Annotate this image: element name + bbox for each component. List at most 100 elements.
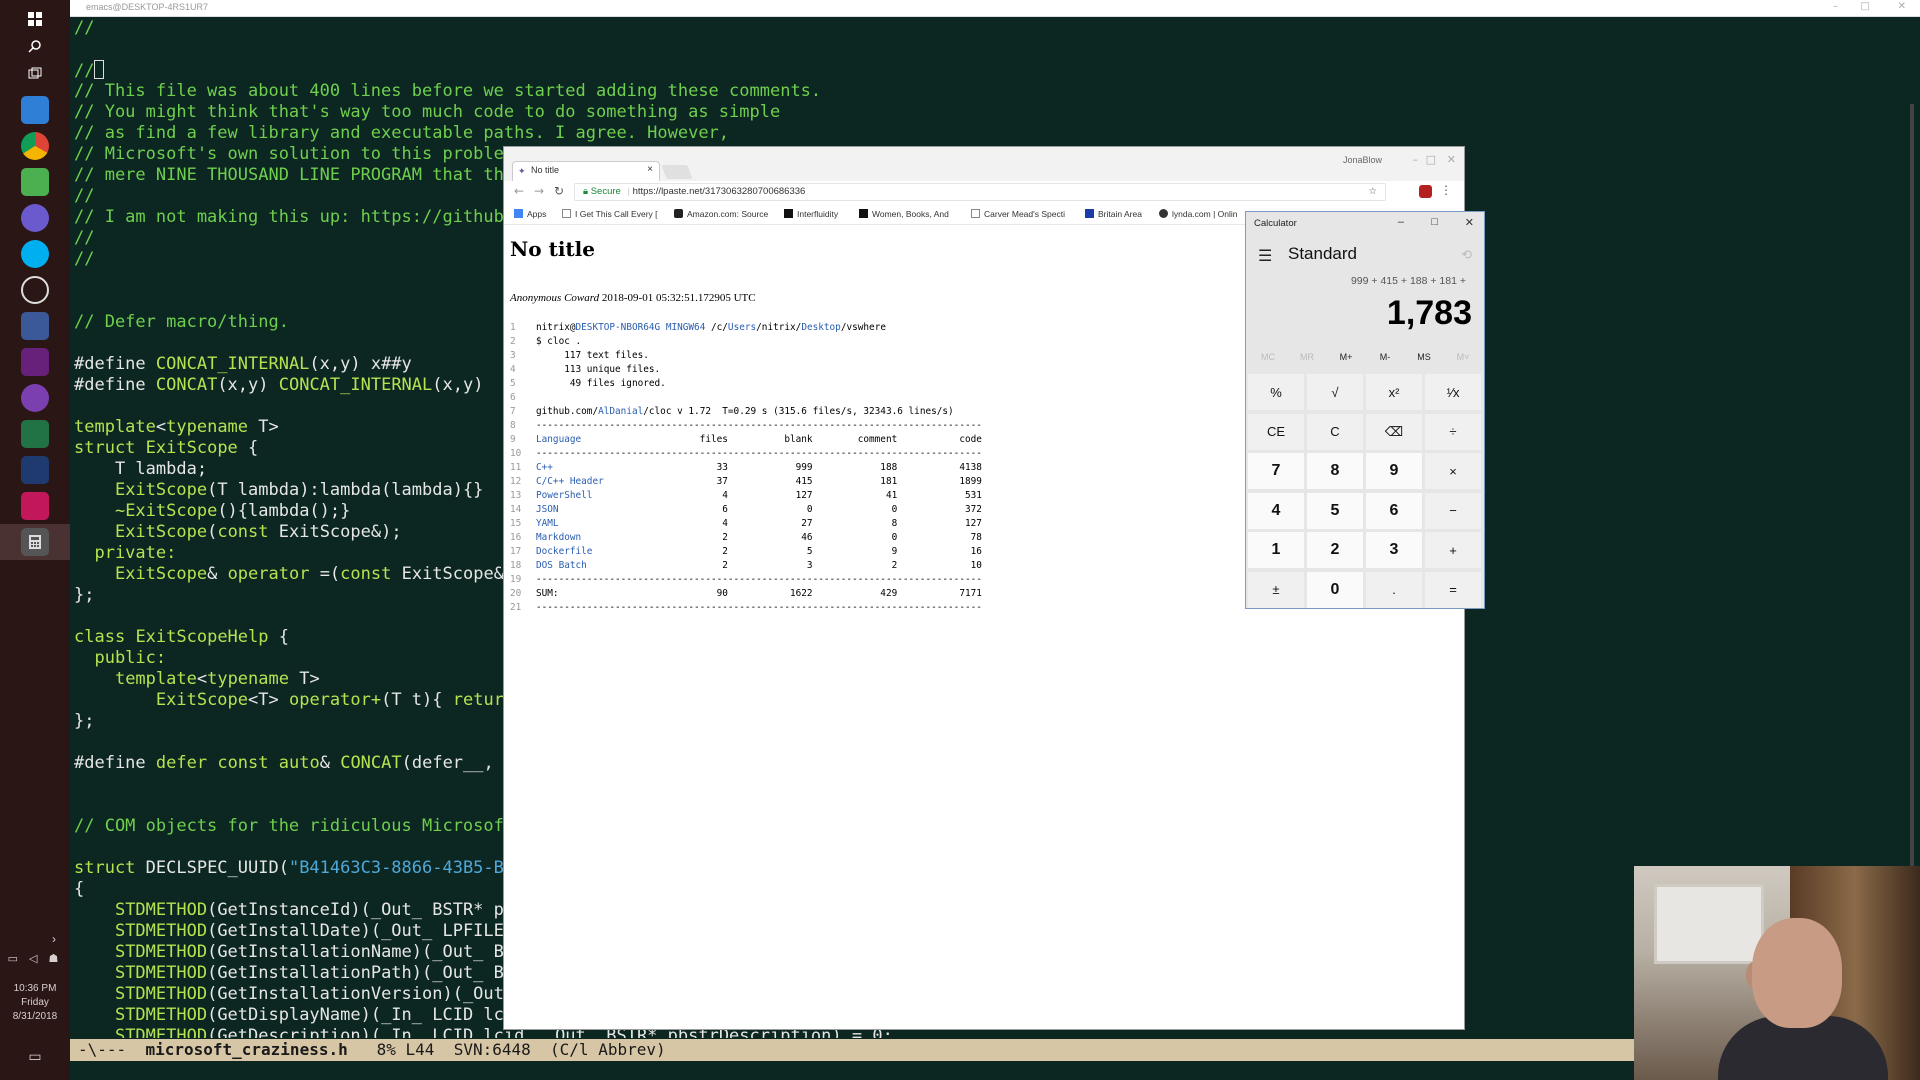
add-button[interactable]: + [1425,532,1481,568]
bookmark-item[interactable]: Amazon.com: Source [674,209,768,219]
forward-arrow-icon[interactable]: → [534,184,544,198]
browser-tab[interactable]: ✦ No title × [512,161,660,181]
memory-subtract-button[interactable]: M- [1367,352,1403,362]
code-token: ExitScope&); [268,522,402,542]
chevron-up-icon[interactable]: › [52,932,56,946]
skype-icon[interactable] [21,240,49,268]
bookmark-item[interactable]: Apps [514,209,546,219]
back-arrow-icon[interactable]: ← [514,184,524,198]
line-number: 9 [510,434,516,445]
task-view-icon[interactable] [21,60,49,88]
percent-button[interactable]: % [1248,374,1304,410]
square-button[interactable]: x² [1366,374,1422,410]
file-explorer-icon[interactable] [21,96,49,124]
memory-list-button[interactable]: M˅ [1445,352,1481,362]
paste-token: $ cloc . [536,336,582,347]
divide-button[interactable]: ÷ [1425,413,1481,450]
clear-entry-button[interactable]: CE [1248,413,1304,450]
subtract-button[interactable]: − [1425,492,1481,529]
multiply-button[interactable]: × [1425,453,1481,489]
memory-clear-button[interactable]: MC [1250,352,1286,362]
memory-recall-button[interactable]: MR [1289,352,1325,362]
digit-5-button[interactable]: 5 [1307,492,1363,529]
address-bar[interactable]: 🔒︎ Secure | https://lpaste.net/317306328… [574,183,1386,201]
app-icon[interactable] [21,204,49,232]
spreadsheet-icon[interactable] [21,420,49,448]
maximize-icon[interactable]: □ [1861,1,1870,12]
hamburger-menu-icon[interactable]: ☰ [1258,246,1272,266]
reciprocal-button[interactable]: ¹⁄x [1425,374,1481,410]
chrome-icon[interactable] [21,132,49,160]
memory-add-button[interactable]: M+ [1328,352,1364,362]
bookmark-item[interactable]: lynda.com | Onlin [1159,209,1238,219]
close-icon[interactable]: ✕ [1447,153,1456,166]
taskbar-clock[interactable]: 10:36 PM Friday 8/31/2018 [0,982,70,1024]
digit-2-button[interactable]: 2 [1307,532,1363,568]
history-icon[interactable]: ⟲ [1461,247,1472,263]
code-line: // [74,18,1904,39]
bookmark-item[interactable]: Interfluidity [784,209,838,219]
paste-meta: Anonymous Coward 2018-09-01 05:32:51.172… [510,292,756,304]
paste-token: 113 unique files. [536,364,661,375]
square-root-button[interactable]: √ [1307,374,1363,410]
digit-0-button[interactable]: 0 [1307,571,1363,608]
scrollbar-thumb[interactable] [1910,104,1914,964]
app-icon[interactable] [21,312,49,340]
bookmark-star-icon[interactable]: ☆ [1368,184,1377,200]
digit-4-button[interactable]: 4 [1248,492,1304,529]
decimal-button[interactable]: . [1366,571,1422,608]
digit-6-button[interactable]: 6 [1366,492,1422,529]
backspace-button[interactable]: ⌫ [1366,413,1422,450]
code-token: =( [309,564,341,584]
bookmark-item[interactable]: Women, Books, And [859,209,949,219]
code-token: const [217,753,269,773]
maximize-icon[interactable]: □ [1426,153,1436,166]
paste-author: Anonymous Coward [510,292,600,304]
digit-9-button[interactable]: 9 [1366,453,1422,489]
search-icon[interactable] [21,32,49,60]
digit-8-button[interactable]: 8 [1307,453,1363,489]
bookmark-item[interactable]: Britain Area [1085,209,1142,219]
close-icon[interactable]: ✕ [1898,1,1906,12]
clock-app-icon[interactable] [21,276,49,304]
negate-button[interactable]: ± [1248,571,1304,608]
maximize-icon[interactable]: □ [1431,216,1438,228]
emacs-titlebar: emacs@DESKTOP-4RS1UR7 – □ ✕ [70,0,1920,17]
code-line: // You might think that's way too much c… [74,102,1904,123]
minimize-icon[interactable]: – [1413,153,1419,166]
code-token: class [74,627,126,647]
app-icon[interactable] [21,384,49,412]
bookmark-item[interactable]: I Get This Call Every [ [562,209,658,219]
paste-line: 3 117 text files. [510,349,982,363]
minimize-icon[interactable]: – [1833,1,1838,12]
code-token: (GetInstallationPath)(_Out_ BS [207,963,515,983]
digit-3-button[interactable]: 3 [1366,532,1422,568]
equals-button[interactable]: = [1425,571,1481,608]
digit-7-button[interactable]: 7 [1248,453,1304,489]
clear-button[interactable]: C [1307,413,1363,450]
paste-token: Markdown [536,532,582,543]
close-icon[interactable]: ✕ [1465,216,1474,229]
memory-store-button[interactable]: MS [1406,352,1442,362]
app-icon[interactable] [21,168,49,196]
reload-icon[interactable]: ↻ [554,184,564,198]
minimize-icon[interactable]: – [1398,216,1404,228]
app-icon[interactable] [21,456,49,484]
calculator-icon[interactable] [21,528,49,556]
tray-icons[interactable]: ▭ ◁ ☗ [0,952,70,965]
extension-shield-icon[interactable] [1419,185,1432,198]
windows-start-icon[interactable] [21,5,49,33]
url-text: https://lpaste.net/3173063280700686336 [632,186,806,197]
tab-close-icon[interactable]: × [647,164,653,175]
chrome-menu-icon[interactable]: ⋮ [1440,183,1452,197]
visual-studio-icon[interactable] [21,348,49,376]
action-center-icon[interactable]: ▭ [0,1048,70,1065]
digit-1-button[interactable]: 1 [1248,532,1304,568]
app-icon[interactable] [21,492,49,520]
profile-name[interactable]: JonaBlow [1343,155,1382,165]
bookmark-item[interactable]: Carver Mead's Specti [971,209,1065,219]
new-tab-button[interactable] [661,165,693,179]
paste-token: Dockerfile [536,546,593,557]
